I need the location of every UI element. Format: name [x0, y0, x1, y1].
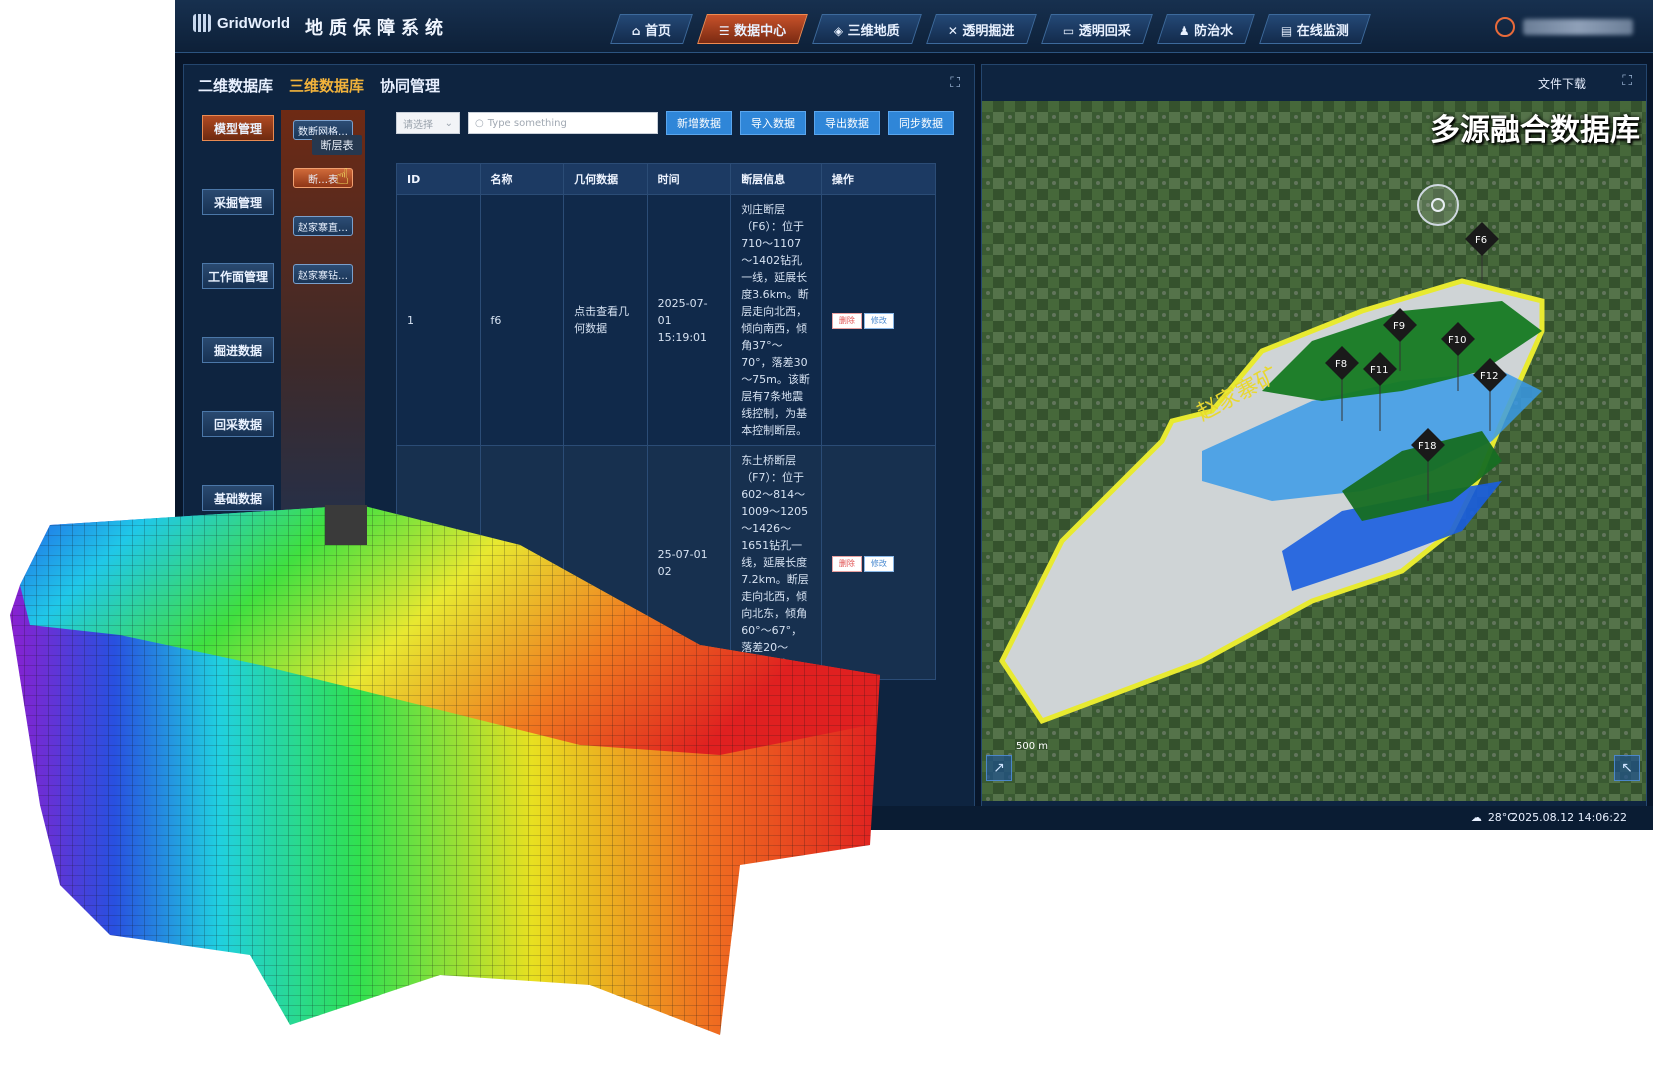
panel-tabs: 二维数据库 三维数据库 协同管理 [198, 75, 440, 96]
col-actions: 操作 [820, 163, 937, 195]
brand-name: GridWorld [217, 14, 291, 32]
user-name-blurred [1523, 19, 1633, 35]
file-download-link[interactable]: 文件下载 [1538, 75, 1586, 92]
main-nav: ⌂ 首页 ☰ 数据中心 ◈ 三维地质 ✕ 透明掘进 ▭ 透明回采 ♟ 防治水 ▤… [610, 14, 1371, 44]
tooltip: 断层表 [312, 135, 362, 155]
search-input[interactable]: ○ Type something [468, 112, 658, 134]
side-menu: 模型管理 采掘管理 工作面管理 掘进数据 回采数据 基础数据 [202, 115, 274, 559]
side-item-model[interactable]: 模型管理 [202, 115, 274, 141]
sub-menu: 数断网格… 断…表 赵家寨直… 赵家寨钻… [281, 110, 365, 530]
gridworld-logo-icon [193, 14, 211, 32]
map-title: 多源融合数据库 [1430, 113, 1640, 148]
table-toolbar: 请选择 ⌄ ○ Type something 新增数据 导入数据 导出数据 同步数据 [396, 111, 954, 135]
delete-button[interactable]: 删除 [831, 313, 862, 329]
export-data-button[interactable]: 导出数据 [814, 111, 880, 135]
svg-text:F12: F12 [1480, 371, 1498, 382]
arrow-up-left-icon[interactable]: ↖ [1614, 755, 1640, 781]
edit-button[interactable]: 修改 [863, 313, 894, 329]
side-item-workface[interactable]: 工作面管理 [202, 263, 274, 289]
sub-item-zhaojiazhai-1[interactable]: 赵家寨直… [293, 216, 353, 236]
cell-actions: 删除 修改 [820, 194, 937, 446]
3d-geological-model [10, 505, 880, 1035]
map-panel: 文件下载 ⛶ 赵家寨矿 F6 F9 F10 F8 F11 F12 F18 多源融… [981, 64, 1647, 812]
svg-text:F6: F6 [1475, 235, 1487, 246]
nav-3d-geology[interactable]: ◈ 三维地质 [812, 14, 923, 44]
side-item-tunneling[interactable]: 掘进数据 [202, 337, 274, 363]
nav-home[interactable]: ⌂ 首页 [610, 14, 694, 44]
tab-2d-database[interactable]: 二维数据库 [198, 75, 273, 96]
nav-transparent-tunneling[interactable]: ✕ 透明掘进 [926, 14, 1037, 44]
brand-logo[interactable]: GridWorld [193, 14, 290, 32]
model-notch [325, 505, 367, 545]
cell-time: 2025-07-01 15:19:01 [646, 194, 732, 446]
expand-icon[interactable]: ⛶ [950, 75, 960, 91]
table-row[interactable]: 1 f6 点击查看几何数据 2025-07-01 15:19:01 刘庄断层（F… [396, 194, 937, 446]
cell-id: 1 [396, 194, 481, 446]
hand-cursor-icon: ☝ [336, 165, 350, 190]
col-time: 时间 [646, 163, 732, 195]
svg-text:F10: F10 [1448, 335, 1466, 346]
water-icon: ♟ [1178, 23, 1190, 38]
user-icon [1495, 17, 1515, 37]
nav-online-monitor[interactable]: ▤ 在线监测 [1259, 14, 1371, 44]
col-fault-info: 断层信息 [730, 163, 822, 195]
side-item-mining[interactable]: 采掘管理 [202, 189, 274, 215]
top-bar: GridWorld 地质保障系统 ⌂ 首页 ☰ 数据中心 ◈ 三维地质 ✕ 透明… [175, 0, 1653, 53]
col-id: ID [396, 163, 481, 195]
tab-3d-database[interactable]: 三维数据库 [289, 75, 364, 96]
col-name: 名称 [479, 163, 565, 195]
datetime: 2025.08.12 14:06:22 [1511, 811, 1627, 824]
nav-water-control[interactable]: ♟ 防治水 [1156, 14, 1255, 44]
monitor-icon: ▤ [1281, 23, 1293, 38]
cloud-icon: ☁ [1470, 811, 1482, 824]
arrow-up-right-icon[interactable]: ↗ [986, 755, 1012, 781]
compass-icon[interactable] [1417, 184, 1459, 226]
cell-geometry-link[interactable]: 点击查看几何数据 [563, 194, 648, 446]
drill-icon: ✕ [948, 23, 959, 38]
system-title: 地质保障系统 [305, 18, 449, 39]
cell-fault-info: 刘庄断层（F6）：位于710～1107～1402钻孔一线，延展长度3.6km。断… [730, 194, 822, 446]
expand-icon[interactable]: ⛶ [1622, 73, 1632, 89]
table-header: ID 名称 几何数据 时间 断层信息 操作 [396, 163, 937, 195]
svg-text:F11: F11 [1370, 365, 1388, 376]
database-icon: ☰ [719, 23, 730, 38]
svg-text:F18: F18 [1418, 441, 1436, 452]
scale-bar: 500 m [1016, 741, 1049, 752]
cube-icon: ◈ [834, 23, 844, 38]
svg-text:F8: F8 [1335, 359, 1347, 370]
sync-data-button[interactable]: 同步数据 [888, 111, 954, 135]
mining-icon: ▭ [1062, 23, 1075, 38]
side-item-extraction[interactable]: 回采数据 [202, 411, 274, 437]
filter-select[interactable]: 请选择 ⌄ [396, 112, 460, 134]
user-menu[interactable] [1495, 17, 1633, 37]
model-mesh [10, 505, 880, 1035]
tab-collab[interactable]: 协同管理 [380, 75, 440, 96]
search-icon: ○ [475, 117, 484, 129]
cell-name: f6 [479, 194, 565, 446]
sub-item-zhaojiazhai-2[interactable]: 赵家寨钻… [293, 264, 353, 284]
chevron-down-icon: ⌄ [444, 117, 453, 129]
nav-data-center[interactable]: ☰ 数据中心 [697, 14, 809, 44]
satellite-map[interactable]: 赵家寨矿 F6 F9 F10 F8 F11 F12 F18 [982, 101, 1646, 801]
weather: ☁ 28°C [1470, 811, 1515, 824]
svg-text:F9: F9 [1393, 321, 1405, 332]
home-icon: ⌂ [632, 23, 641, 38]
col-geometry: 几何数据 [563, 163, 648, 195]
add-data-button[interactable]: 新增数据 [666, 111, 732, 135]
nav-transparent-mining[interactable]: ▭ 透明回采 [1040, 14, 1153, 44]
import-data-button[interactable]: 导入数据 [740, 111, 806, 135]
